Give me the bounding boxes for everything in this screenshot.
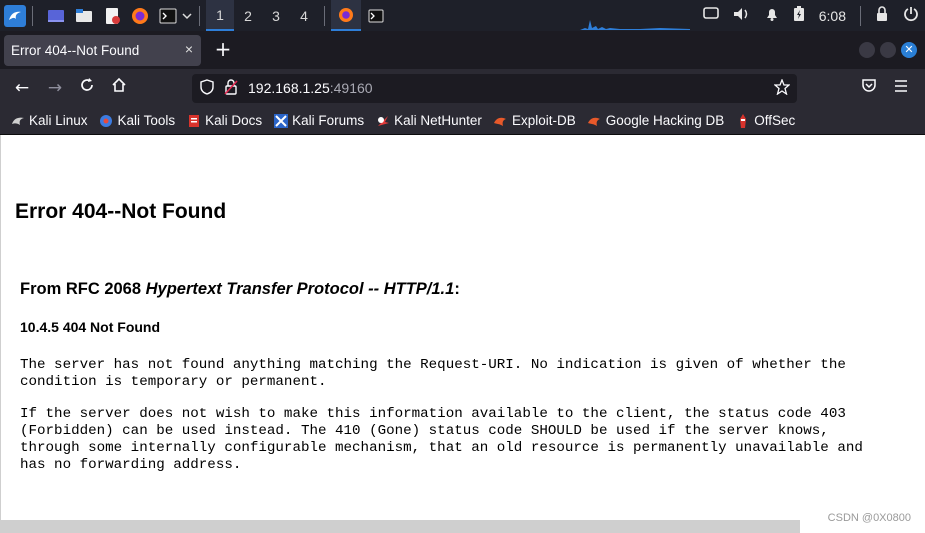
rfc-suffix: : xyxy=(454,280,460,298)
tab-title: Error 404--Not Found xyxy=(11,43,140,58)
show-desktop-icon[interactable] xyxy=(45,5,67,27)
url-host: 192.168.1.25 xyxy=(248,80,330,96)
home-button[interactable] xyxy=(108,77,130,99)
cpu-graph xyxy=(580,20,690,30)
bookmark-exploit-db[interactable]: Exploit-DB xyxy=(493,113,576,128)
bookmarks-toolbar: Kali Linux Kali Tools Kali Docs Kali For… xyxy=(0,107,925,135)
ghdb-icon xyxy=(587,113,602,128)
kali-docs-icon xyxy=(186,113,201,128)
address-bar[interactable]: 192.168.1.25:49160 xyxy=(192,74,797,103)
rfc-title: Hypertext Transfer Protocol -- HTTP/1.1 xyxy=(145,280,455,298)
bookmark-offsec[interactable]: OffSec xyxy=(735,113,795,128)
bookmark-label: Kali Forums xyxy=(292,113,365,128)
system-tray: 6:08 xyxy=(702,0,919,31)
workspace-2[interactable]: 2 xyxy=(234,0,262,31)
taskbar: 1 2 3 4 6:08 xyxy=(0,0,925,31)
navigation-toolbar: ← → 192.168.1.25:49160 xyxy=(0,69,925,107)
bookmark-kali-nethunter[interactable]: Kali NetHunter xyxy=(375,113,482,128)
section-heading: 10.4.5 404 Not Found xyxy=(20,319,161,335)
firefox-window-button[interactable] xyxy=(331,0,361,31)
paragraph-not-found: The server has not found anything matchi… xyxy=(20,357,846,390)
bookmark-kali-tools[interactable]: Kali Tools xyxy=(99,113,176,128)
exploit-db-icon xyxy=(493,113,508,128)
tab-close-icon[interactable]: × xyxy=(185,41,193,57)
pocket-icon[interactable] xyxy=(858,77,880,99)
workspace-3[interactable]: 3 xyxy=(262,0,290,31)
taskbar-separator xyxy=(860,5,861,26)
taskbar-separator xyxy=(324,5,325,26)
rfc-prefix: From RFC 2068 xyxy=(20,280,146,298)
bookmark-kali-docs[interactable]: Kali Docs xyxy=(186,113,262,128)
bookmark-kali-forums[interactable]: Kali Forums xyxy=(273,113,364,128)
forward-button[interactable]: → xyxy=(44,77,66,99)
bookmark-kali-linux[interactable]: Kali Linux xyxy=(10,113,88,128)
bookmark-label: Kali Tools xyxy=(117,113,176,128)
bookmark-label: Exploit-DB xyxy=(511,113,576,128)
tab-error-404[interactable]: Error 404--Not Found × xyxy=(4,35,201,66)
paragraph-forbidden: If the server does not wish to make this… xyxy=(20,406,863,473)
shield-icon[interactable] xyxy=(198,79,216,97)
offsec-icon xyxy=(735,113,750,128)
volume-icon[interactable] xyxy=(733,7,751,25)
browser-tab-bar: Error 404--Not Found × + ✕ xyxy=(0,31,925,69)
taskbar-separator xyxy=(199,5,200,26)
bookmark-label: Kali Linux xyxy=(29,113,88,128)
logout-icon[interactable] xyxy=(903,6,919,26)
kali-forums-icon xyxy=(273,113,288,128)
notification-bell-icon[interactable] xyxy=(765,7,779,25)
watermark: CSDN @0X0800 xyxy=(827,512,911,524)
kali-dragon-icon xyxy=(10,113,25,128)
bookmark-label: Kali NetHunter xyxy=(394,113,482,128)
chevron-down-icon[interactable] xyxy=(181,5,193,27)
rfc-heading: From RFC 2068 Hypertext Transfer Protoco… xyxy=(20,280,460,299)
horizontal-scrollbar[interactable] xyxy=(0,520,800,533)
terminal-window-button[interactable] xyxy=(361,0,391,31)
url-text: 192.168.1.25:49160 xyxy=(248,80,373,96)
new-tab-button[interactable]: + xyxy=(212,38,234,60)
kali-nethunter-icon xyxy=(375,113,390,128)
maximize-button[interactable] xyxy=(880,42,896,58)
firefox-icon[interactable] xyxy=(129,5,151,27)
workspace-4[interactable]: 4 xyxy=(290,0,318,31)
hamburger-menu-icon[interactable] xyxy=(890,77,912,99)
lock-screen-icon[interactable] xyxy=(875,5,889,26)
minimize-button[interactable] xyxy=(859,42,875,58)
url-port: :49160 xyxy=(329,80,373,96)
back-button[interactable]: ← xyxy=(11,77,33,99)
bookmark-google-hacking-db[interactable]: Google Hacking DB xyxy=(587,113,725,128)
page-content: Error 404--Not Found From RFC 2068 Hyper… xyxy=(0,135,925,520)
reload-button[interactable] xyxy=(76,77,98,99)
taskbar-separator xyxy=(32,5,33,26)
page-title: Error 404--Not Found xyxy=(15,200,227,223)
file-manager-icon[interactable] xyxy=(73,5,95,27)
close-window-button[interactable]: ✕ xyxy=(901,42,917,58)
workspace-1[interactable]: 1 xyxy=(206,0,234,31)
clock[interactable]: 6:08 xyxy=(819,8,846,24)
bookmark-label: Kali Docs xyxy=(205,113,263,128)
bookmark-star-icon[interactable] xyxy=(773,78,791,97)
kali-menu-icon[interactable] xyxy=(4,4,26,27)
battery-icon[interactable] xyxy=(793,5,805,26)
display-icon[interactable] xyxy=(702,6,719,25)
insecure-lock-icon[interactable] xyxy=(222,79,240,97)
terminal-icon[interactable] xyxy=(157,5,179,27)
kali-tools-icon xyxy=(99,113,114,128)
bookmark-label: Google Hacking DB xyxy=(605,113,725,128)
bookmark-label: OffSec xyxy=(754,113,796,128)
text-editor-icon[interactable] xyxy=(101,5,123,27)
